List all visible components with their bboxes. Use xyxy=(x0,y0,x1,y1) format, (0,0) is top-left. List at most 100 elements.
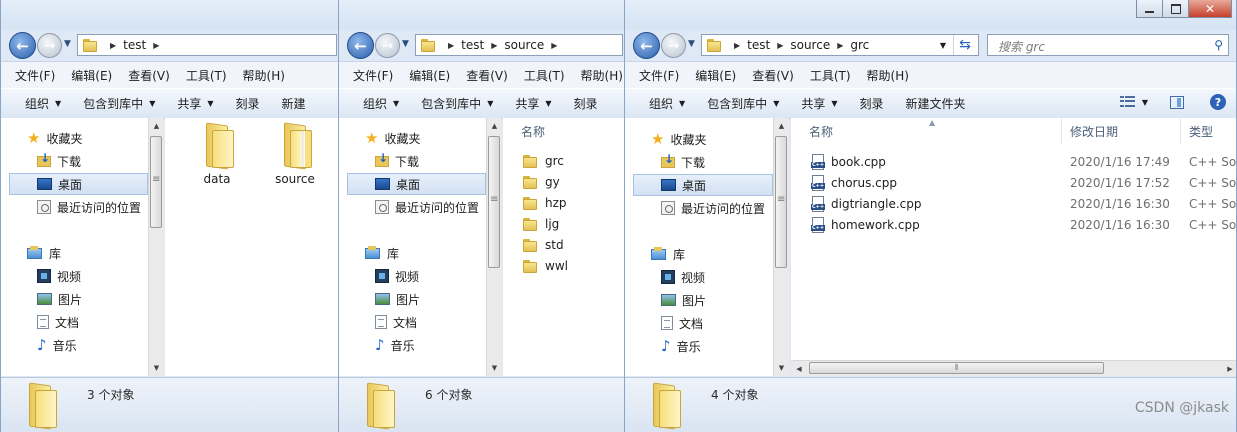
maximize-button[interactable] xyxy=(1162,0,1189,18)
menu-edit[interactable]: 编辑(E) xyxy=(71,67,112,84)
folder-item-data[interactable]: data xyxy=(187,120,247,186)
nav-favorites[interactable]: ★ 收藏夹 xyxy=(651,128,706,150)
help-icon[interactable]: ? xyxy=(1210,94,1226,110)
menu-file[interactable]: 文件(F) xyxy=(353,67,393,84)
column-header-type[interactable]: 类型 xyxy=(1189,118,1213,144)
scroll-thumb[interactable] xyxy=(150,136,162,228)
folder-item-source[interactable]: source xyxy=(265,120,325,186)
folder-item-hzp[interactable]: hzp xyxy=(523,193,567,213)
include-library-button[interactable]: 包含到库中 ▼ xyxy=(707,95,779,112)
back-button[interactable]: ← xyxy=(347,32,374,59)
nav-documents[interactable]: 文档 xyxy=(661,312,703,334)
nav-libraries[interactable]: 库 xyxy=(27,242,61,264)
nav-videos[interactable]: 视频 xyxy=(375,265,419,287)
view-dropdown-icon[interactable]: ▼ xyxy=(1142,98,1148,107)
nav-pictures[interactable]: 图片 xyxy=(375,288,420,310)
organize-button[interactable]: 组织 ▼ xyxy=(363,95,399,112)
burn-button[interactable]: 刻录 xyxy=(574,95,598,112)
breadcrumb-separator-icon[interactable]: ▶ xyxy=(153,41,159,50)
breadcrumb-test[interactable]: test xyxy=(461,38,484,52)
scroll-right-icon[interactable]: ▶ xyxy=(1222,361,1236,376)
menu-help[interactable]: 帮助(H) xyxy=(581,67,623,84)
file-row-chorus[interactable]: chorus.cpp xyxy=(811,173,897,193)
scroll-down-icon[interactable]: ▼ xyxy=(487,360,502,376)
column-header-modified[interactable]: 修改日期 xyxy=(1070,118,1118,144)
scroll-down-icon[interactable]: ▼ xyxy=(774,360,789,376)
nav-downloads[interactable]: 下载 xyxy=(661,151,705,173)
history-dropdown-icon[interactable]: ▼ xyxy=(688,39,695,49)
breadcrumb-test[interactable]: test xyxy=(123,38,146,52)
scroll-down-icon[interactable]: ▼ xyxy=(149,360,164,376)
nav-videos[interactable]: 视频 xyxy=(37,265,81,287)
file-row-book[interactable]: book.cpp xyxy=(811,152,886,172)
nav-music[interactable]: ♪ 音乐 xyxy=(37,334,77,356)
file-view-horizontal-scrollbar[interactable]: ◀ ⦀ ▶ xyxy=(791,360,1236,376)
title-bar[interactable]: ✕ xyxy=(625,0,1236,30)
menu-help[interactable]: 帮助(H) xyxy=(867,67,909,84)
nav-recent[interactable]: 最近访问的位置 xyxy=(37,196,141,218)
burn-button[interactable]: 刻录 xyxy=(860,95,884,112)
organize-button[interactable]: 组织 ▼ xyxy=(25,95,61,112)
breadcrumb-source[interactable]: source xyxy=(790,38,830,52)
forward-button[interactable]: → xyxy=(37,33,62,58)
nav-pane-scrollbar[interactable]: ▲ ▼ xyxy=(486,118,502,376)
scroll-up-icon[interactable]: ▲ xyxy=(149,118,164,134)
search-input[interactable]: 搜索 grc ⚲ xyxy=(987,34,1229,56)
nav-favorites[interactable]: ★ 收藏夹 xyxy=(365,127,420,149)
file-row-digtriangle[interactable]: digtriangle.cpp xyxy=(811,194,921,214)
breadcrumb-separator-icon[interactable]: ▶ xyxy=(837,41,843,50)
new-folder-button[interactable]: 新建 xyxy=(282,95,306,112)
nav-music[interactable]: ♪ 音乐 xyxy=(375,334,415,356)
nav-desktop[interactable]: 桌面 xyxy=(9,173,148,195)
forward-button[interactable]: → xyxy=(661,33,686,58)
preview-pane-icon[interactable] xyxy=(1170,95,1184,109)
scroll-thumb[interactable]: ⦀ xyxy=(809,362,1104,374)
nav-documents[interactable]: 文档 xyxy=(37,311,79,333)
share-button[interactable]: 共享 ▼ xyxy=(801,95,837,112)
menu-file[interactable]: 文件(F) xyxy=(639,67,679,84)
nav-pictures[interactable]: 图片 xyxy=(661,289,706,311)
nav-desktop[interactable]: 桌面 xyxy=(633,174,773,196)
menu-view[interactable]: 查看(V) xyxy=(466,67,508,84)
breadcrumb-separator-icon[interactable]: ▶ xyxy=(777,41,783,50)
address-dropdown-icon[interactable]: ▼ xyxy=(934,35,952,55)
address-bar[interactable]: ▶ test ▶ source ▶ xyxy=(415,34,623,56)
breadcrumb-separator-icon[interactable]: ▶ xyxy=(551,41,557,50)
share-button[interactable]: 共享 ▼ xyxy=(177,95,213,112)
back-button[interactable]: ← xyxy=(633,32,660,59)
folder-item-gy[interactable]: gy xyxy=(523,172,560,192)
scroll-thumb[interactable] xyxy=(775,136,787,268)
close-button[interactable]: ✕ xyxy=(1188,0,1232,18)
include-library-button[interactable]: 包含到库中 ▼ xyxy=(421,95,493,112)
folder-item-ljg[interactable]: ljg xyxy=(523,214,559,234)
organize-button[interactable]: 组织 ▼ xyxy=(649,95,685,112)
folder-item-wwl[interactable]: wwl xyxy=(523,256,568,276)
menu-view[interactable]: 查看(V) xyxy=(128,67,170,84)
burn-button[interactable]: 刻录 xyxy=(236,95,260,112)
nav-libraries[interactable]: 库 xyxy=(365,242,399,264)
column-separator[interactable] xyxy=(1180,118,1181,144)
breadcrumb-separator-icon[interactable]: ▶ xyxy=(110,41,116,50)
scroll-thumb[interactable] xyxy=(488,136,500,268)
breadcrumb-separator-icon[interactable]: ▶ xyxy=(734,41,740,50)
address-bar[interactable]: ▶ test ▶ xyxy=(77,34,337,56)
nav-desktop[interactable]: 桌面 xyxy=(347,173,486,195)
nav-music[interactable]: ♪ 音乐 xyxy=(661,335,701,357)
nav-pane-scrollbar[interactable]: ▲ ▼ xyxy=(148,118,164,376)
back-button[interactable]: ← xyxy=(9,32,36,59)
nav-recent[interactable]: 最近访问的位置 xyxy=(661,197,765,219)
breadcrumb-separator-icon[interactable]: ▶ xyxy=(448,41,454,50)
nav-documents[interactable]: 文档 xyxy=(375,311,417,333)
menu-edit[interactable]: 编辑(E) xyxy=(409,67,450,84)
address-bar[interactable]: ▶ test ▶ source ▶ grc ▼ ⇆ xyxy=(701,34,979,56)
column-separator[interactable] xyxy=(1061,118,1062,144)
include-library-button[interactable]: 包含到库中 ▼ xyxy=(83,95,155,112)
folder-item-std[interactable]: std xyxy=(523,235,564,255)
nav-downloads[interactable]: 下载 xyxy=(37,150,81,172)
history-dropdown-icon[interactable]: ▼ xyxy=(402,39,409,49)
scroll-left-icon[interactable]: ◀ xyxy=(791,361,807,376)
column-header-name[interactable]: 名称 xyxy=(521,118,545,144)
menu-file[interactable]: 文件(F) xyxy=(15,67,55,84)
breadcrumb-test[interactable]: test xyxy=(747,38,770,52)
new-folder-button[interactable]: 新建文件夹 xyxy=(906,95,966,112)
